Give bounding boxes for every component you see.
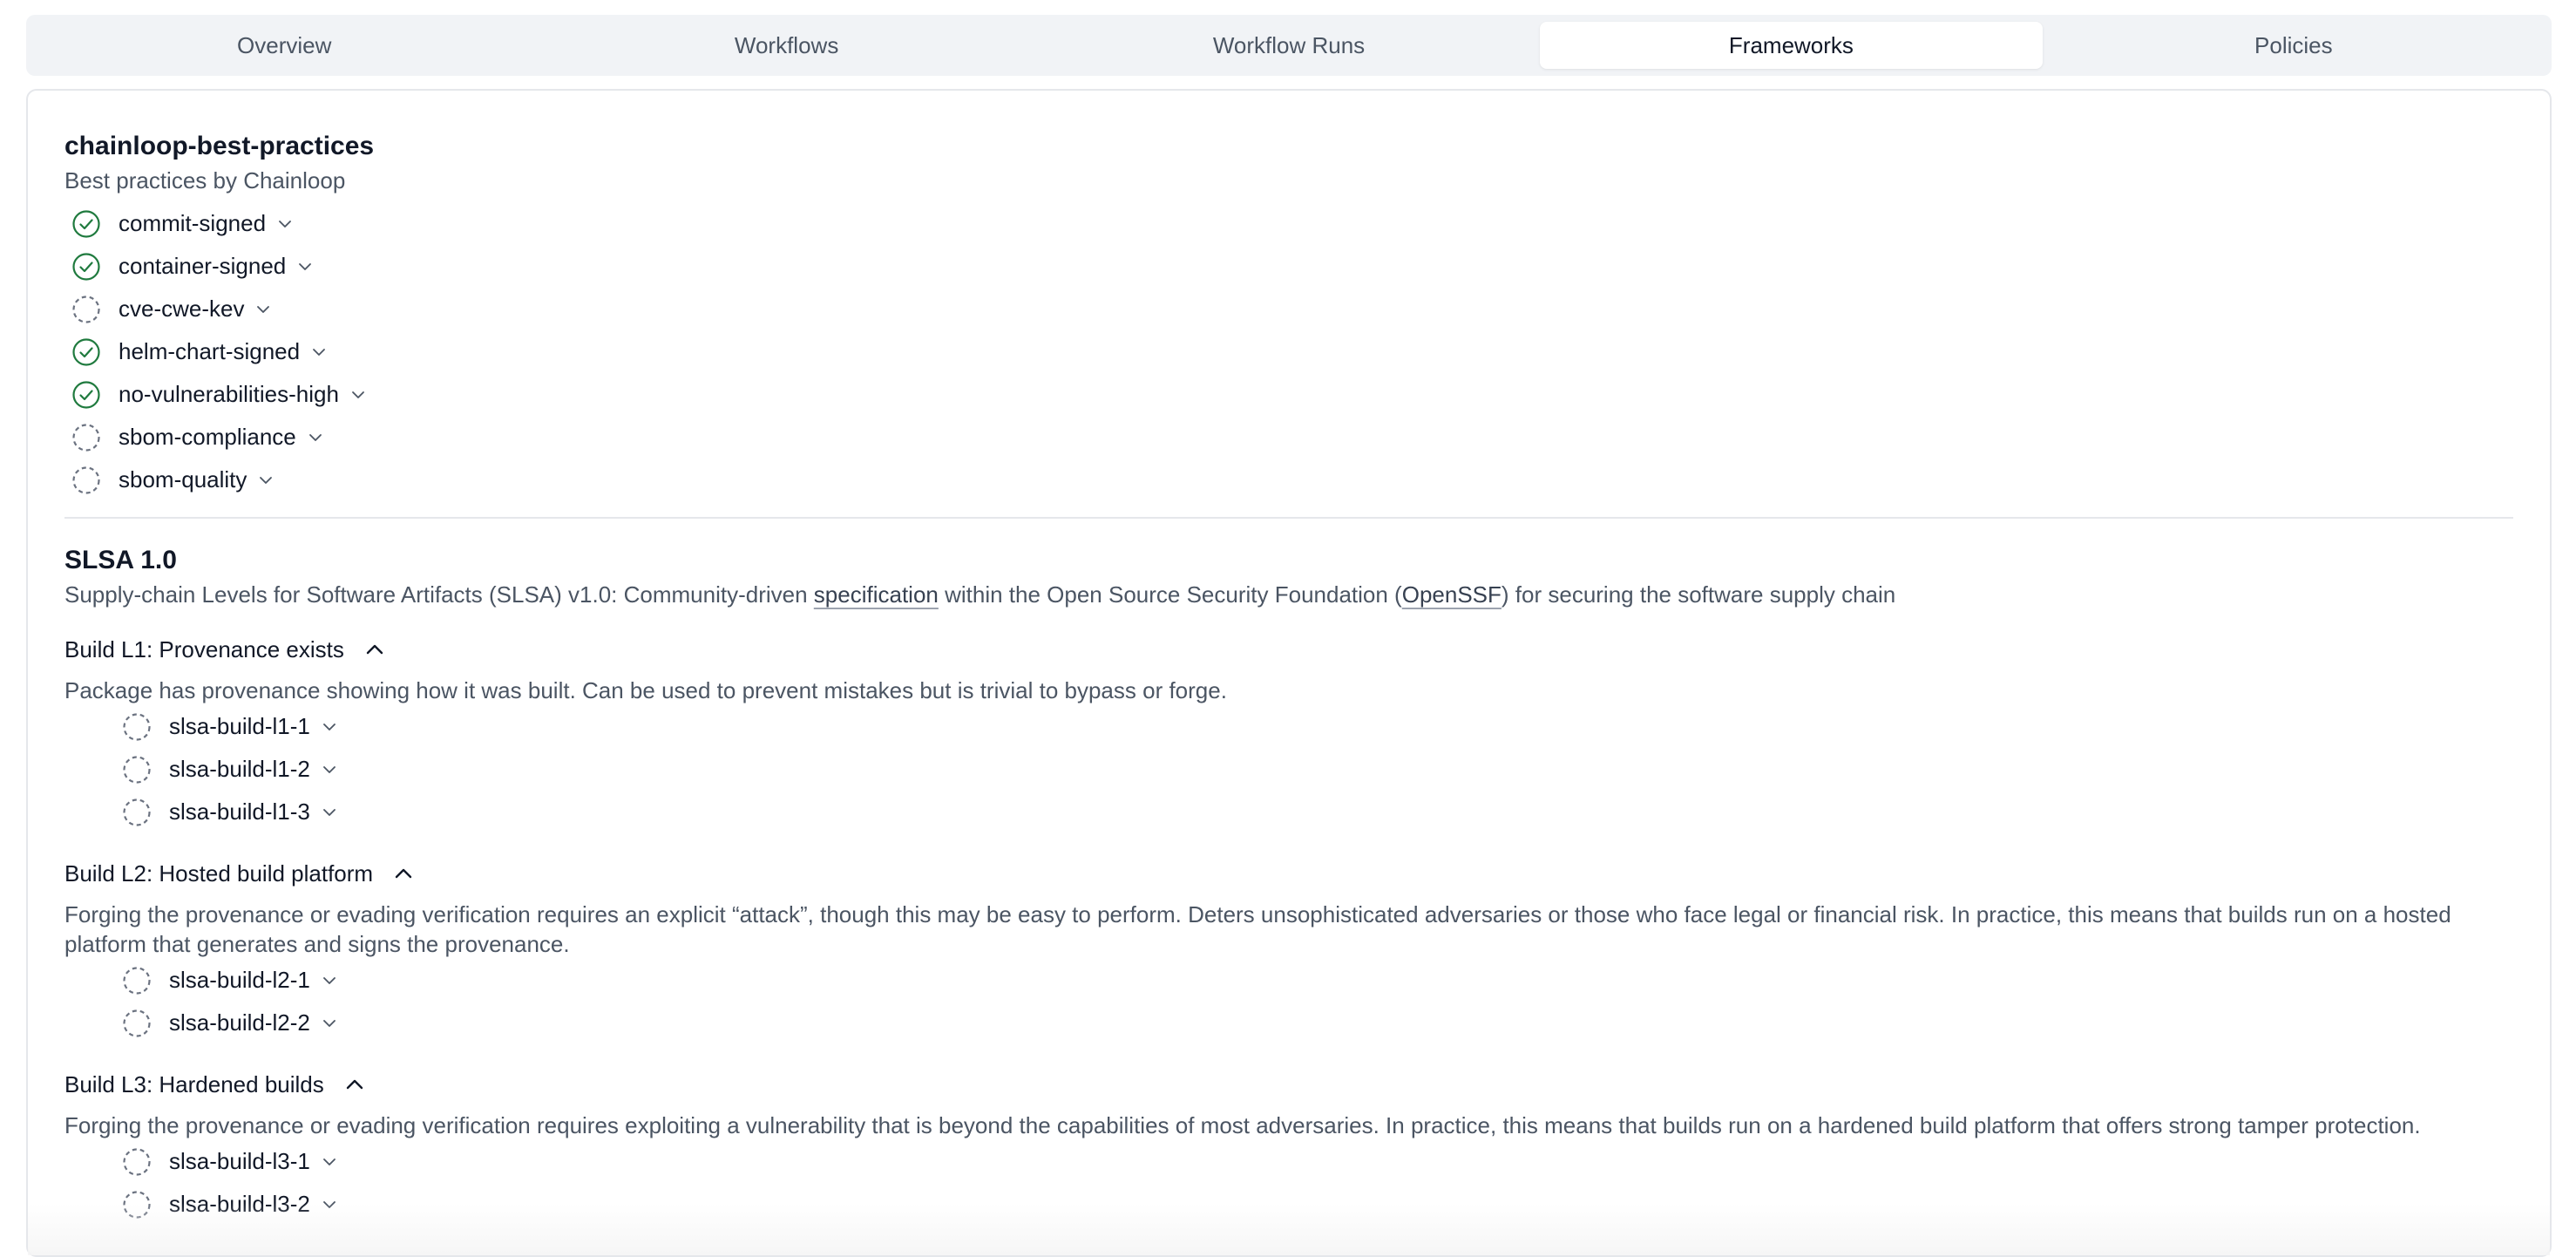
control-item[interactable]: container-signed xyxy=(64,245,2513,288)
openssf-link[interactable]: OpenSSF xyxy=(1402,581,1502,608)
control-item[interactable]: slsa-build-l3-1 xyxy=(64,1140,2513,1183)
control-name: no-vulnerabilities-high xyxy=(119,381,339,407)
chevron-down-icon[interactable] xyxy=(257,472,275,489)
control-item[interactable]: sbom-compliance xyxy=(64,416,2513,459)
control-item[interactable]: slsa-build-l1-2 xyxy=(64,748,2513,791)
chevron-down-icon[interactable] xyxy=(296,258,314,275)
scroll-fade xyxy=(28,1203,2550,1255)
chevron-down-icon[interactable] xyxy=(349,386,367,404)
chevron-down-icon[interactable] xyxy=(321,1015,338,1032)
control-name: sbom-quality xyxy=(119,466,247,493)
framework-title: chainloop-best-practices xyxy=(64,132,375,160)
frameworks-card: chainloop-best-practices Best practices … xyxy=(26,89,2552,1257)
chevron-down-icon[interactable] xyxy=(310,343,328,361)
level-title: Build L2: Hosted build platform xyxy=(64,860,374,887)
control-name: commit-signed xyxy=(119,210,267,236)
chevron-down-icon[interactable] xyxy=(321,804,338,821)
control-name: slsa-build-l2-1 xyxy=(169,967,310,993)
control-item[interactable]: cve-cwe-kev xyxy=(64,288,2513,330)
tab-overview[interactable]: Overview xyxy=(33,22,535,69)
level-description: Forging the provenance or evading verifi… xyxy=(64,1112,2421,1138)
tab-bar: Overview Workflows Workflow Runs Framewo… xyxy=(26,15,2552,76)
level-title: Build L1: Provenance exists xyxy=(64,635,344,662)
chevron-down-icon[interactable] xyxy=(321,972,338,989)
divider xyxy=(64,517,2513,519)
level-title: Build L3: Hardened builds xyxy=(64,1070,324,1097)
level-description: Package has provenance showing how it wa… xyxy=(64,677,1227,703)
dashed-circle-icon xyxy=(122,966,152,995)
check-circle-icon xyxy=(71,337,101,367)
control-name: helm-chart-signed xyxy=(119,338,301,364)
control-list: commit-signed container-signed cve-cwe-kev… xyxy=(64,202,2513,501)
dashed-circle-icon xyxy=(122,798,152,827)
level-header[interactable]: Build L2: Hosted build platform xyxy=(64,856,2513,891)
description-text: ) for securing the software supply chain xyxy=(1501,581,1896,608)
check-circle-icon xyxy=(71,380,101,410)
description-text: Supply-chain Levels for Software Artifac… xyxy=(64,581,814,608)
control-name: slsa-build-l1-1 xyxy=(169,713,310,739)
tab-workflows[interactable]: Workflows xyxy=(535,22,1037,69)
dashed-circle-icon xyxy=(122,755,152,785)
control-name: slsa-build-l1-2 xyxy=(169,756,310,782)
framework-title: SLSA 1.0 xyxy=(64,546,177,574)
tab-frameworks[interactable]: Frameworks xyxy=(1540,22,2043,69)
control-name: cve-cwe-kev xyxy=(119,296,245,322)
chevron-up-icon[interactable] xyxy=(392,862,415,885)
control-name: slsa-build-l1-3 xyxy=(169,798,310,825)
control-name: slsa-build-l2-2 xyxy=(169,1009,310,1036)
control-item[interactable]: slsa-build-l1-1 xyxy=(64,705,2513,748)
tab-workflow-runs[interactable]: Workflow Runs xyxy=(1038,22,1540,69)
dashed-circle-icon xyxy=(71,423,101,452)
control-item[interactable]: no-vulnerabilities-high xyxy=(64,373,2513,416)
control-item[interactable]: sbom-quality xyxy=(64,459,2513,501)
level-description: Forging the provenance or evading verifi… xyxy=(64,901,2451,957)
chevron-down-icon[interactable] xyxy=(307,429,324,446)
control-item[interactable]: slsa-build-l1-3 xyxy=(64,791,2513,833)
control-item[interactable]: helm-chart-signed xyxy=(64,330,2513,373)
framework-description: Best practices by Chainloop xyxy=(64,167,346,194)
control-name: container-signed xyxy=(119,253,287,279)
tab-policies[interactable]: Policies xyxy=(2043,22,2545,69)
chevron-down-icon[interactable] xyxy=(254,301,272,318)
control-name: slsa-build-l3-1 xyxy=(169,1148,310,1174)
control-item[interactable]: slsa-build-l2-2 xyxy=(64,1002,2513,1044)
chevron-down-icon[interactable] xyxy=(321,718,338,736)
chevron-down-icon[interactable] xyxy=(321,1153,338,1171)
control-name: sbom-compliance xyxy=(119,424,296,450)
chevron-down-icon[interactable] xyxy=(276,215,294,233)
control-item[interactable]: slsa-build-l2-1 xyxy=(64,959,2513,1002)
control-item[interactable]: commit-signed xyxy=(64,202,2513,245)
chevron-down-icon[interactable] xyxy=(321,761,338,778)
specification-link[interactable]: specification xyxy=(814,581,939,608)
description-text: within the Open Source Security Foundati… xyxy=(938,581,1402,608)
framework-description: Supply-chain Levels for Software Artifac… xyxy=(64,580,2513,609)
level-header[interactable]: Build L1: Provenance exists xyxy=(64,632,2513,667)
dashed-circle-icon xyxy=(71,295,101,324)
dashed-circle-icon xyxy=(122,1147,152,1177)
chevron-up-icon[interactable] xyxy=(363,638,386,661)
check-circle-icon xyxy=(71,209,101,239)
slsa-levels: Build L1: Provenance exists Package has p… xyxy=(64,632,2513,1226)
chevron-up-icon[interactable] xyxy=(343,1073,366,1096)
dashed-circle-icon xyxy=(122,712,152,742)
dashed-circle-icon xyxy=(71,465,101,495)
dashed-circle-icon xyxy=(122,1009,152,1038)
check-circle-icon xyxy=(71,252,101,282)
level-header[interactable]: Build L3: Hardened builds xyxy=(64,1067,2513,1102)
